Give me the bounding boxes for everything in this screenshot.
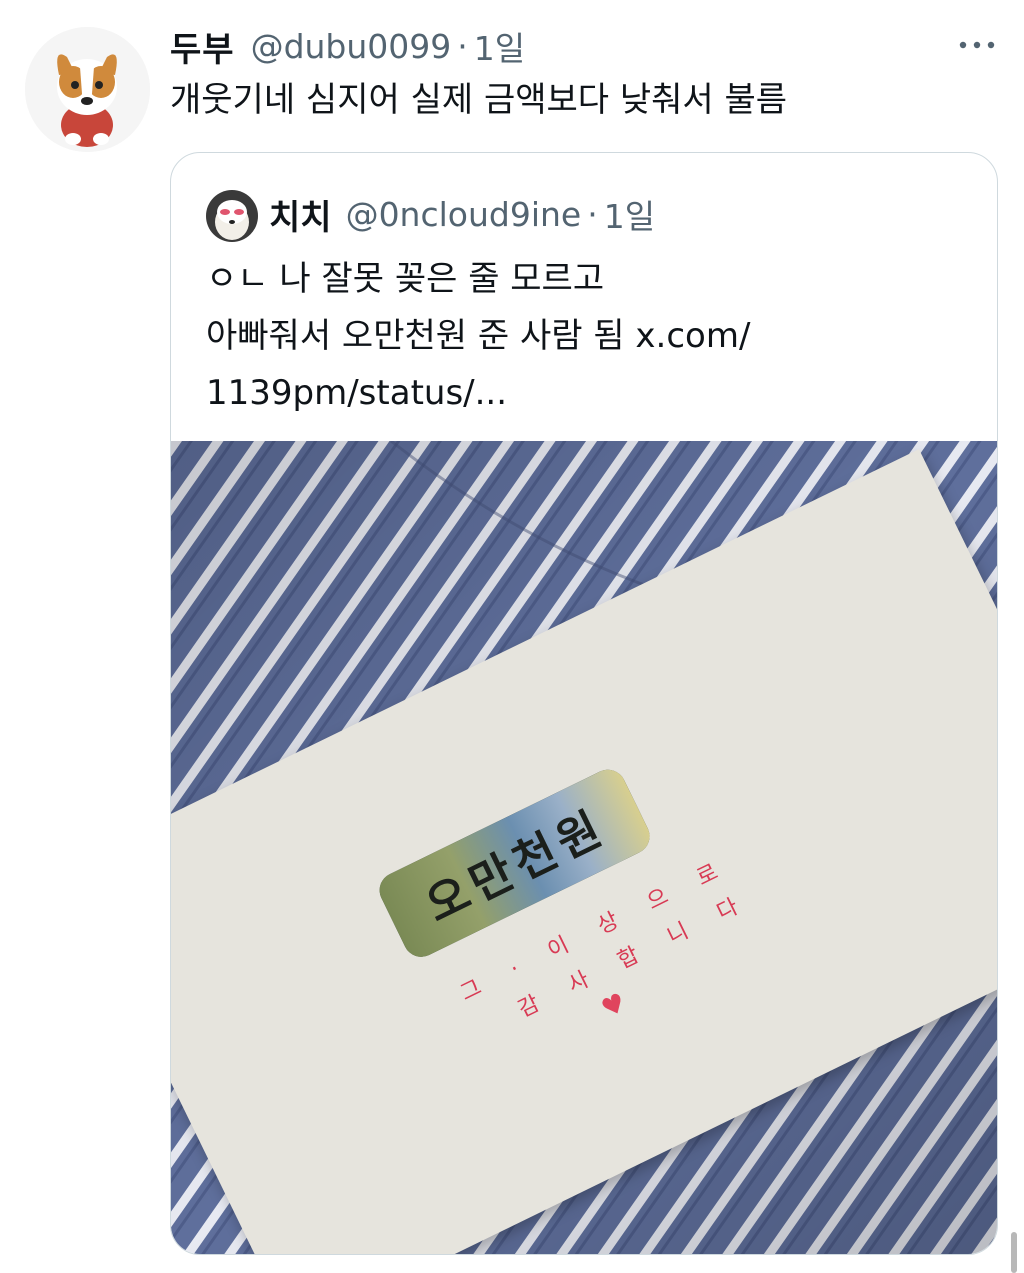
dog-avatar-image xyxy=(206,190,258,242)
quoted-author-display-name[interactable]: 치치 xyxy=(269,190,332,239)
heart-icon: ♥ xyxy=(596,987,632,1025)
quoted-tweet-text: ㅇㄴ 나 잘못 꽂은 줄 모르고 아빠줘서 오만천원 준 사람 됨 x.com/… xyxy=(206,251,750,422)
quoted-tweet-card[interactable]: 치치 @0ncloud9ine · 1일 ㅇㄴ 나 잘못 꽂은 줄 모르고 아빠… xyxy=(170,152,998,1255)
tweet-text: 개웃기네 심지어 실제 금액보다 낮춰서 불름 xyxy=(170,80,788,120)
separator-dot: · xyxy=(587,194,598,234)
quoted-tweet-photo[interactable]: 오만천원 그 · 이 상 으 로 감 사 합 니 다 ♥ xyxy=(171,441,997,1254)
quoted-tweet-timestamp[interactable]: 1일 xyxy=(604,190,655,238)
author-display-name[interactable]: 두부 xyxy=(170,22,235,71)
separator-dot: · xyxy=(457,26,468,66)
author-handle[interactable]: @dubu0099 xyxy=(251,27,452,66)
quoted-tweet-header: 치치 @0ncloud9ine · 1일 xyxy=(269,190,655,239)
more-horizontal-icon xyxy=(959,41,995,49)
quoted-text-line: 아빠줘서 오만천원 준 사람 됨 x.com/ xyxy=(206,316,751,356)
quoted-author-avatar[interactable] xyxy=(206,190,258,242)
quoted-author-handle[interactable]: @0ncloud9ine xyxy=(346,195,582,234)
dog-avatar-image xyxy=(25,27,150,152)
author-avatar[interactable] xyxy=(25,27,150,152)
tweet-header: 두부 @dubu0099 · 1일 xyxy=(170,22,525,71)
quoted-text-line: 1139pm/status/... xyxy=(206,373,508,413)
more-options-button[interactable] xyxy=(955,30,999,60)
tweet-timestamp[interactable]: 1일 xyxy=(474,22,525,70)
scrollbar-thumb[interactable] xyxy=(1011,1232,1017,1273)
quoted-text-line: ㅇㄴ 나 잘못 꽂은 줄 모르고 xyxy=(206,259,605,299)
